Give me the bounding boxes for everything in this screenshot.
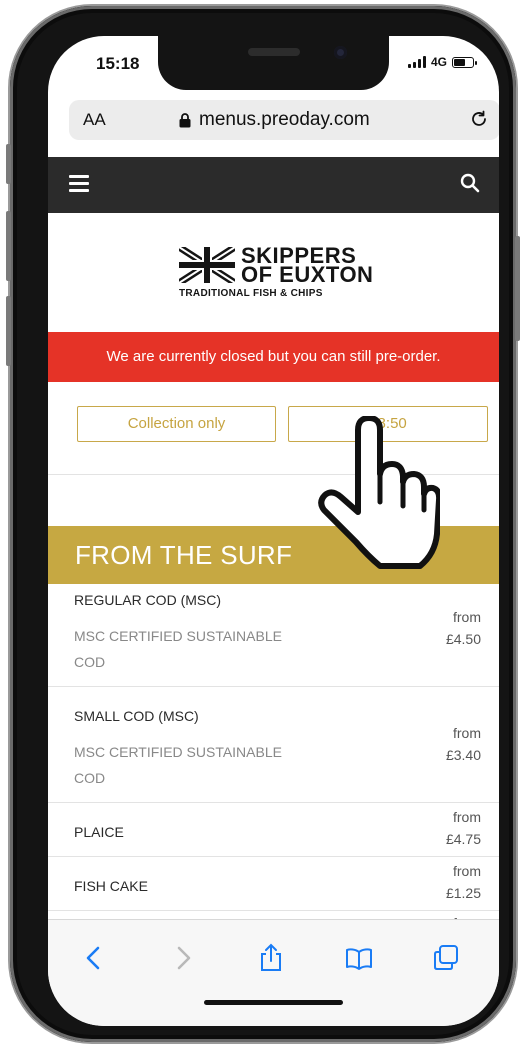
signal-icon [408,56,426,68]
price-value: £3.40 [445,747,481,763]
bookmarks-icon[interactable] [344,943,374,973]
text-size-label: AA [83,110,106,129]
union-flag-logo-icon [179,247,235,283]
share-icon[interactable] [256,943,286,973]
logo-tagline: TRADITIONAL FISH & CHIPS [179,288,323,299]
url-text: menus.preoday.com [199,109,370,130]
item-price: from £4.75 [446,806,481,850]
menu-icon[interactable] [69,175,89,196]
network-type: 4G [431,55,448,69]
item-price: from £3.40 [446,722,481,766]
item-name: PLAICE [74,824,124,840]
home-indicator[interactable] [204,1000,343,1005]
price-value: £4.75 [445,831,481,847]
address-bar[interactable]: AA menus.preoday.com [69,100,499,140]
forward-icon[interactable] [168,943,198,973]
item-name: SMALL COD (MSC) [74,708,199,724]
logo-title-line2: OF EUXTON [241,262,374,287]
front-camera [334,46,347,59]
status-indicators: 4G [408,55,478,69]
reload-icon[interactable] [468,108,490,130]
power-button [515,236,520,341]
price-prefix: from [453,809,481,825]
divider [48,910,499,911]
price-value: £1.25 [445,885,481,901]
back-icon[interactable] [79,943,109,973]
price-value: £4.50 [445,631,481,647]
item-name: REGULAR COD (MSC) [74,592,222,608]
notch [158,36,389,90]
battery-icon [452,56,478,68]
text-size-button[interactable]: AA [83,110,106,130]
silent-switch [6,144,11,184]
search-icon[interactable] [460,173,480,193]
closed-notice-banner: We are currently closed but you can stil… [48,332,499,382]
collection-mode-button[interactable]: Collection only [77,406,276,442]
price-prefix: from [453,609,481,625]
divider [48,856,499,857]
item-name: FISH CAKE [74,878,148,894]
divider [48,802,499,803]
item-price: from £1.25 [446,860,481,904]
item-description: MSC CERTIFIED SUSTAINABLE COD [74,744,282,786]
price-prefix: from [453,863,481,879]
item-price: from £4.50 [446,606,481,650]
browser-toolbar [48,919,499,1026]
price-prefix: from [453,725,481,741]
volume-down-button [6,296,11,366]
speaker [248,48,300,56]
tabs-icon[interactable] [431,943,461,973]
lock-icon [179,112,191,127]
site-navbar [48,157,499,213]
item-description: MSC CERTIFIED SUSTAINABLE COD [74,628,282,670]
hand-cursor-icon [318,416,440,569]
restaurant-logo[interactable]: SKIPPERS OF EUXTON TRADITIONAL FISH & CH… [179,243,380,299]
url-display[interactable]: menus.preoday.com [179,109,370,131]
status-time: 15:18 [96,54,140,73]
volume-up-button [6,211,11,281]
divider [48,686,499,687]
phone-frame: 15:18 4G AA menus.preoday.com SKIPPERS O… [6,6,520,1042]
